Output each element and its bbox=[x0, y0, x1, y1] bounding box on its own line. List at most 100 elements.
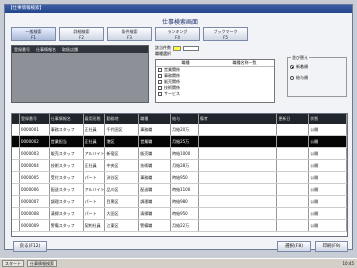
radio-icon[interactable] bbox=[290, 76, 294, 80]
checklist-header: 職種 職種名称一覧 bbox=[156, 60, 274, 67]
table-cell: 月給20万 bbox=[171, 124, 199, 135]
table-cell bbox=[12, 148, 20, 159]
tab-1[interactable]: 詳細検索 F2 bbox=[59, 27, 104, 41]
table-cell: 公開 bbox=[309, 196, 347, 207]
column-header[interactable]: 状態 bbox=[309, 114, 347, 124]
sort-group: 並び替え 新着順 給与順 bbox=[287, 55, 347, 97]
start-button[interactable]: スタート bbox=[2, 260, 24, 267]
tab-label: ランキング bbox=[167, 29, 188, 34]
table-cell: 公開 bbox=[309, 160, 347, 171]
print-button[interactable]: 印刷(F9) bbox=[315, 241, 348, 252]
table-cell: 月給25万 bbox=[171, 136, 199, 147]
table-row[interactable]: 0000004 技術スタッフ 正社員 中央区 技術職 月給28万 公開 bbox=[12, 160, 347, 172]
table-row[interactable]: 0000001 事務スタッフ 正社員 千代田区 事務職 月給20万 公開 bbox=[12, 124, 347, 136]
table-cell bbox=[199, 124, 278, 135]
summary-header-col: 仕事情報名 bbox=[36, 47, 56, 52]
table-cell: 0000007 bbox=[20, 196, 50, 207]
table-header: 登録番号 仕事情報名 雇用形態 勤務地 職種 給与 備考 更新日 状態 bbox=[12, 114, 347, 124]
table-row[interactable]: 0000003 販売スタッフ アルバイト 新宿区 販売職 時給1000 公開 bbox=[12, 148, 347, 160]
column-header[interactable]: 登録番号 bbox=[20, 114, 50, 124]
table-cell: 配送スタッフ bbox=[50, 184, 84, 195]
table-cell: 事務スタッフ bbox=[50, 124, 84, 135]
table-cell: 調理職 bbox=[139, 196, 172, 207]
sort-option-label: 新着順 bbox=[296, 64, 308, 69]
back-button[interactable]: 戻る(F12) bbox=[13, 241, 47, 252]
table-cell bbox=[12, 220, 20, 231]
table-cell bbox=[277, 208, 310, 219]
column-header[interactable]: 給与 bbox=[171, 114, 199, 124]
tab-label: 詳細検索 bbox=[73, 29, 90, 34]
table-cell: 販売職 bbox=[139, 148, 172, 159]
column-header[interactable]: 備考 bbox=[199, 114, 278, 124]
tab-4[interactable]: ブックマーク F5 bbox=[203, 27, 248, 41]
checklist-item-label: サービス bbox=[164, 91, 180, 96]
table-cell: 時給950 bbox=[171, 208, 199, 219]
checkbox-icon[interactable] bbox=[158, 74, 162, 78]
table-row[interactable]: 0000008 清掃スタッフ パート 大田区 清掃職 時給950 公開 bbox=[12, 208, 347, 220]
table-cell bbox=[277, 196, 310, 207]
clock: 10:45 bbox=[342, 261, 354, 266]
window-title: 【仕事情報検索】 bbox=[5, 5, 352, 13]
table-cell: 公開 bbox=[309, 148, 347, 159]
table-row[interactable]: 0000005 受付スタッフ パート 渋谷区 事務職 時給950 公開 bbox=[12, 172, 347, 184]
table-cell: 清掃スタッフ bbox=[50, 208, 84, 219]
column-header[interactable] bbox=[12, 114, 20, 124]
checkbox-icon[interactable] bbox=[158, 92, 162, 96]
checklist-header-col: 職種 bbox=[181, 60, 190, 65]
checkbox-icon[interactable] bbox=[158, 80, 162, 84]
tab-key: F1 bbox=[31, 35, 36, 40]
checklist-item[interactable]: サービス bbox=[156, 91, 274, 97]
table-cell: 0000002 bbox=[20, 136, 50, 147]
table-cell: 配送職 bbox=[139, 184, 172, 195]
page-title: 仕事検索画面 bbox=[161, 19, 198, 26]
checkbox-icon[interactable] bbox=[158, 86, 162, 90]
app-window: 【仕事情報検索】 仕事検索画面 一般検索 F1 詳細検索 F2 条件検索 F3 ランキング F… bbox=[4, 4, 353, 252]
summary-header-col: 取扱店舗 bbox=[62, 47, 78, 52]
table-cell: パート bbox=[84, 196, 106, 207]
table-cell: 契約社員 bbox=[84, 220, 106, 231]
radio-selected-icon[interactable] bbox=[290, 65, 294, 69]
table-cell: アルバイト bbox=[84, 148, 106, 159]
taskbar-app-button[interactable]: 仕事情報検索 bbox=[27, 260, 57, 267]
table-cell: 公開 bbox=[309, 136, 347, 147]
table-cell bbox=[199, 160, 278, 171]
tab-3[interactable]: ランキング F4 bbox=[155, 27, 200, 41]
column-header[interactable]: 勤務地 bbox=[105, 114, 140, 124]
table-row[interactable]: 0000007 調理スタッフ パート 目黒区 調理職 時給980 公開 bbox=[12, 196, 347, 208]
table-row[interactable]: 0000006 配送スタッフ アルバイト 品川区 配送職 時給1100 公開 bbox=[12, 184, 347, 196]
table-cell: 警備スタッフ bbox=[50, 220, 84, 231]
table-cell: 公開 bbox=[309, 208, 347, 219]
table-cell: 千代田区 bbox=[105, 124, 140, 135]
table-cell bbox=[199, 136, 278, 147]
table-cell bbox=[277, 172, 310, 183]
table-cell: 月給22万 bbox=[171, 220, 199, 231]
table-cell: 清掃職 bbox=[139, 208, 172, 219]
table-row[interactable]: 0000002 営業担当 正社員 港区 営業職 月給25万 公開 bbox=[12, 136, 347, 148]
tab-2[interactable]: 条件検索 F3 bbox=[107, 27, 152, 41]
table-cell bbox=[199, 220, 278, 231]
category-label: 職種選択 bbox=[155, 51, 171, 56]
tab-0[interactable]: 一般検索 F1 bbox=[11, 27, 56, 41]
table-cell bbox=[277, 160, 310, 171]
table-cell: 営業職 bbox=[139, 136, 172, 147]
table-cell: 0000004 bbox=[20, 160, 50, 171]
table-cell bbox=[199, 196, 278, 207]
count-field[interactable] bbox=[183, 45, 199, 51]
sort-option[interactable]: 給与順 bbox=[290, 74, 344, 82]
table-cell: 0000001 bbox=[20, 124, 50, 135]
checkbox-icon[interactable] bbox=[158, 68, 162, 72]
table-cell: 大田区 bbox=[105, 208, 140, 219]
sort-option[interactable]: 新着順 bbox=[290, 63, 344, 71]
column-header[interactable]: 職種 bbox=[139, 114, 172, 124]
table-cell: 港区 bbox=[105, 136, 140, 147]
column-header[interactable]: 仕事情報名 bbox=[50, 114, 84, 124]
table-cell bbox=[277, 220, 310, 231]
table-cell: 江東区 bbox=[105, 220, 140, 231]
table-cell bbox=[12, 196, 20, 207]
checklist-header-col: 職種名称一覧 bbox=[232, 60, 257, 65]
select-button[interactable]: 選択(F8) bbox=[277, 241, 311, 252]
column-header[interactable]: 雇用形態 bbox=[84, 114, 106, 124]
table-row[interactable]: 0000009 警備スタッフ 契約社員 江東区 警備職 月給22万 公開 bbox=[12, 220, 347, 232]
column-header[interactable]: 更新日 bbox=[277, 114, 310, 124]
sort-option-label: 給与順 bbox=[296, 75, 308, 80]
